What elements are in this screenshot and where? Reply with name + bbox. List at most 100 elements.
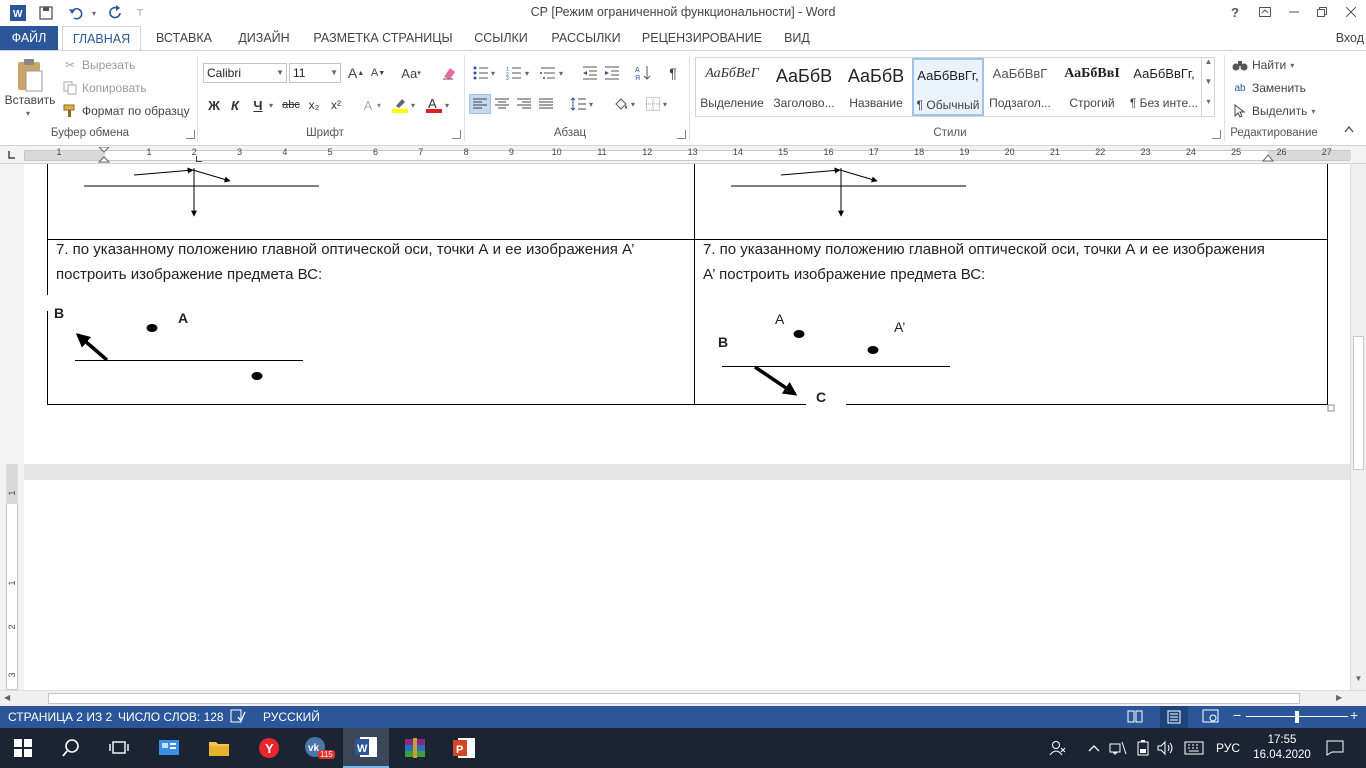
battery-icon[interactable] — [1133, 728, 1153, 768]
sort-button[interactable]: AЯ — [632, 63, 654, 83]
zoom-out-button[interactable]: − — [1233, 707, 1241, 723]
taskbar-vk[interactable]: vk 115 — [294, 728, 340, 768]
taskbar-yandex-browser[interactable]: Y — [246, 728, 292, 768]
page-count[interactable]: СТРАНИЦА 2 ИЗ 2 — [8, 710, 112, 724]
clock[interactable]: 17:55 16.04.2020 — [1250, 728, 1314, 768]
line-spacing-dropdown-icon[interactable]: ▾ — [586, 94, 596, 114]
taskbar-winrar[interactable] — [392, 728, 438, 768]
borders-dropdown-icon[interactable]: ▾ — [660, 94, 670, 114]
read-mode-icon[interactable] — [1127, 709, 1143, 726]
horizontal-scrollbar[interactable]: ◀ ▶ — [0, 690, 1366, 706]
style-subtitle[interactable]: АаБбВвГ Подзагол... — [984, 58, 1056, 116]
format-painter-button[interactable]: Формат по образцу — [62, 103, 190, 119]
clear-formatting-button[interactable] — [438, 63, 460, 83]
proofing-icon[interactable] — [230, 709, 246, 726]
highlight-dropdown-icon[interactable]: ▾ — [408, 95, 418, 115]
search-button[interactable] — [48, 728, 94, 768]
paste-dropdown-icon[interactable]: ▾ — [26, 109, 30, 118]
horizontal-scroll-thumb[interactable] — [48, 693, 1300, 704]
page[interactable] — [24, 480, 1350, 690]
horizontal-ruler[interactable]: 1 1 2 3 4 5 6 7 8 9 10 11 12 13 14 15 16 17 18 19 20 21 22 23 2… — [0, 146, 1366, 164]
start-button[interactable] — [0, 728, 46, 768]
zoom-in-button[interactable]: + — [1350, 707, 1358, 723]
subscript-button[interactable]: x₂ — [304, 95, 324, 115]
language-indicator[interactable]: РУССКИЙ — [263, 710, 320, 724]
style-heading[interactable]: АаБбВ Заголово... — [768, 58, 840, 116]
align-right-button[interactable] — [513, 94, 535, 114]
minimize-button[interactable] — [1279, 0, 1309, 24]
superscript-button[interactable]: x² — [326, 95, 346, 115]
collapse-ribbon-icon[interactable] — [1344, 125, 1354, 133]
styles-launcher-icon[interactable] — [1212, 130, 1221, 139]
taskbar-powerpoint[interactable]: P — [441, 728, 487, 768]
input-language[interactable]: РУС — [1210, 728, 1246, 768]
restore-button[interactable] — [1307, 0, 1337, 24]
vertical-scrollbar[interactable]: ▲ ▼ — [1350, 164, 1366, 690]
print-layout-button[interactable] — [1160, 706, 1188, 728]
bullets-dropdown-icon[interactable]: ▾ — [488, 63, 498, 83]
tab-references[interactable]: ССЫЛКИ — [468, 26, 534, 50]
align-left-button[interactable] — [469, 94, 491, 114]
page[interactable]: 7. по указанному положению главной оптич… — [24, 164, 1350, 464]
copy-button[interactable]: Копировать — [62, 80, 147, 96]
vertical-ruler[interactable]: 1 1 2 3 — [0, 164, 24, 690]
justify-button[interactable] — [535, 94, 557, 114]
word-count[interactable]: ЧИСЛО СЛОВ: 128 — [118, 710, 224, 724]
keyboard-icon[interactable] — [1182, 728, 1206, 768]
taskbar-file-explorer[interactable] — [196, 728, 242, 768]
numbering-dropdown-icon[interactable]: ▾ — [522, 63, 532, 83]
tab-stop-marker[interactable] — [196, 156, 202, 162]
volume-icon[interactable] — [1156, 728, 1176, 768]
replace-button[interactable]: ab Заменить — [1232, 80, 1306, 96]
style-no-spacing[interactable]: АаБбВвГг, ¶ Без инте... — [1128, 58, 1200, 116]
paste-label[interactable]: Вставить — [5, 93, 56, 107]
font-color-button[interactable]: A — [424, 95, 444, 115]
show-formatting-marks-button[interactable]: ¶ — [662, 63, 684, 83]
tab-selector-icon[interactable] — [6, 149, 16, 159]
scroll-down-icon[interactable]: ▼ — [1351, 674, 1366, 690]
shrink-font-button[interactable]: A ▼ — [367, 63, 389, 83]
people-icon[interactable] — [1046, 728, 1070, 768]
select-button[interactable]: Выделить ▾ — [1232, 103, 1315, 119]
tab-insert[interactable]: ВСТАВКА — [150, 26, 218, 50]
more-styles-icon[interactable]: ▾ — [1202, 97, 1215, 117]
change-case-button[interactable]: Aa ▾ — [396, 63, 426, 83]
font-name-combo[interactable]: Calibri ▼ — [203, 63, 287, 83]
multilevel-dropdown-icon[interactable]: ▾ — [556, 63, 566, 83]
action-center-icon[interactable] — [1322, 728, 1348, 768]
chevron-down-icon[interactable]: ▼ — [1202, 77, 1215, 97]
network-icon[interactable] — [1108, 728, 1128, 768]
tab-page-layout[interactable]: РАЗМЕТКА СТРАНИЦЫ — [310, 26, 456, 50]
text-effects-dropdown-icon[interactable]: ▾ — [374, 95, 384, 115]
style-strong[interactable]: АаБбВвI Строгий — [1056, 58, 1128, 116]
scroll-right-icon[interactable]: ▶ — [1336, 693, 1342, 702]
style-title[interactable]: АаБбВ Название — [840, 58, 912, 116]
tab-mailings[interactable]: РАССЫЛКИ — [546, 26, 626, 50]
font-size-combo[interactable]: 11 ▼ — [289, 63, 341, 83]
decrease-indent-button[interactable] — [579, 63, 601, 83]
cut-button[interactable]: ✂ Вырезать — [62, 57, 135, 73]
web-layout-icon[interactable] — [1202, 709, 1220, 726]
sign-in-link[interactable]: Вход — [1336, 26, 1364, 50]
vertical-scroll-thumb[interactable] — [1353, 336, 1364, 470]
font-color-dropdown-icon[interactable]: ▾ — [442, 95, 452, 115]
zoom-slider-thumb[interactable] — [1295, 711, 1299, 723]
find-button[interactable]: Найти ▾ — [1232, 57, 1294, 73]
tab-design[interactable]: ДИЗАЙН — [230, 26, 298, 50]
styles-gallery-scrollbar[interactable]: ▲ ▼ ▾ — [1201, 57, 1215, 117]
style-emphasis[interactable]: АаБбВеГ Выделение — [696, 58, 768, 116]
grow-font-button[interactable]: A ▲ — [345, 63, 367, 83]
style-normal[interactable]: АаБбВвГг, ¶ Обычный — [912, 58, 984, 116]
ribbon-display-options-icon[interactable] — [1250, 0, 1280, 24]
highlight-button[interactable] — [390, 95, 410, 115]
align-center-button[interactable] — [491, 94, 513, 114]
taskbar-control-panel[interactable] — [146, 728, 192, 768]
help-button[interactable]: ? — [1220, 0, 1250, 24]
show-hidden-icons[interactable] — [1086, 728, 1102, 768]
italic-button[interactable]: К — [225, 95, 245, 115]
close-button[interactable] — [1336, 0, 1366, 24]
shading-dropdown-icon[interactable]: ▾ — [628, 94, 638, 114]
underline-dropdown-icon[interactable]: ▾ — [266, 95, 276, 115]
chevron-up-icon[interactable]: ▲ — [1202, 57, 1215, 77]
bold-button[interactable]: Ж — [204, 95, 224, 115]
